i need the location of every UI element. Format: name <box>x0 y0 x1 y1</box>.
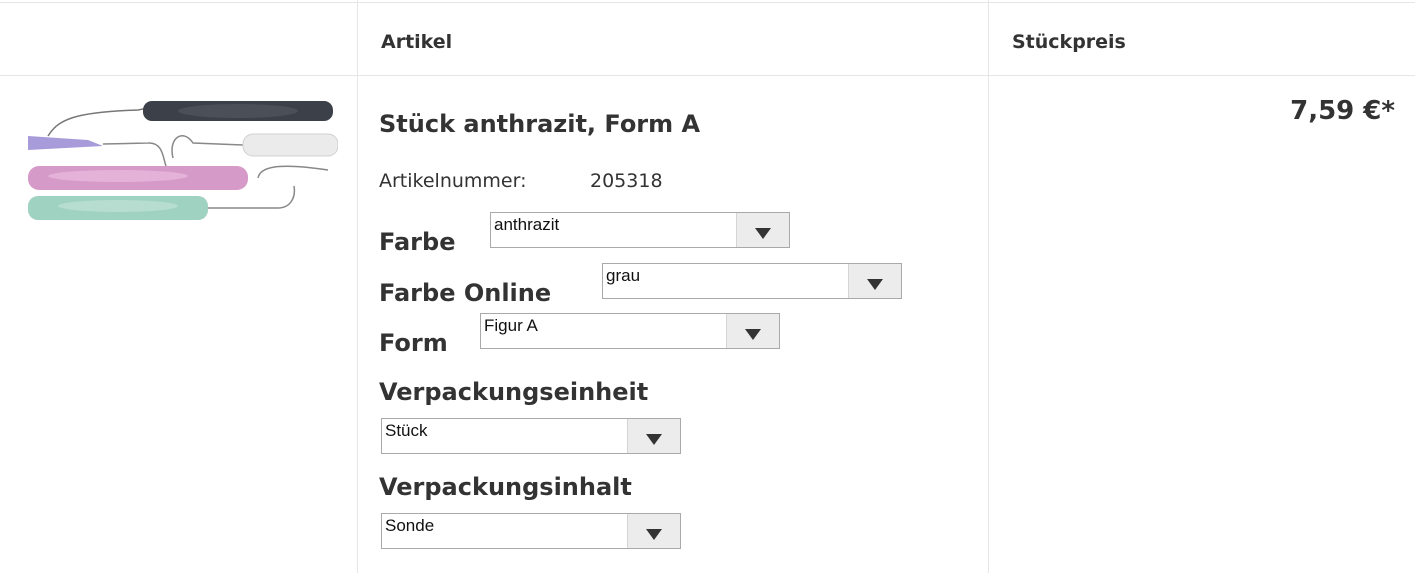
form-label: Form <box>379 329 448 357</box>
product-table: Artikel Stückpreis Stück anthrazit, Form… <box>0 0 1415 573</box>
chevron-down-icon <box>755 228 771 239</box>
artikelnummer-value: 205318 <box>590 170 663 192</box>
chevron-down-icon <box>646 434 662 445</box>
chevron-down-icon <box>646 529 662 540</box>
verpackungsinhalt-select-value: Sonde <box>385 516 435 535</box>
farbe-online-label: Farbe Online <box>379 279 552 307</box>
farbe-dropdown-button[interactable] <box>736 213 789 247</box>
farbe-select-value: anthrazit <box>494 215 560 234</box>
verpackungsinhalt-label: Verpackungsinhalt <box>379 473 632 501</box>
verpackungseinheit-select-value: Stück <box>385 421 428 440</box>
row-divider <box>0 75 1415 76</box>
farbe-online-dropdown-button[interactable] <box>848 264 901 298</box>
farbe-select[interactable]: anthrazit <box>490 212 790 248</box>
column-divider <box>988 0 989 573</box>
farbe-label: Farbe <box>379 228 456 256</box>
form-select[interactable]: Figur A <box>480 313 780 349</box>
form-select-value: Figur A <box>484 316 538 335</box>
farbe-online-select-value: grau <box>606 266 641 285</box>
row-divider <box>0 2 1415 3</box>
verpackungseinheit-dropdown-button[interactable] <box>627 419 680 453</box>
verpackungseinheit-label: Verpackungseinheit <box>379 378 649 406</box>
verpackungsinhalt-select[interactable]: Sonde <box>381 513 681 549</box>
verpackungsinhalt-dropdown-button[interactable] <box>627 514 680 548</box>
header-stueckpreis: Stückpreis <box>1012 31 1126 53</box>
unit-price: 7,59 €* <box>1290 96 1395 126</box>
chevron-down-icon <box>867 279 883 290</box>
product-title: Stück anthrazit, Form A <box>379 110 701 138</box>
chevron-down-icon <box>745 329 761 340</box>
farbe-online-select[interactable]: grau <box>602 263 902 299</box>
column-divider <box>357 0 358 573</box>
header-artikel: Artikel <box>381 31 453 53</box>
verpackungseinheit-select[interactable]: Stück <box>381 418 681 454</box>
form-dropdown-button[interactable] <box>726 314 779 348</box>
product-image[interactable] <box>28 98 338 228</box>
artikelnummer-label: Artikelnummer: <box>379 170 527 192</box>
